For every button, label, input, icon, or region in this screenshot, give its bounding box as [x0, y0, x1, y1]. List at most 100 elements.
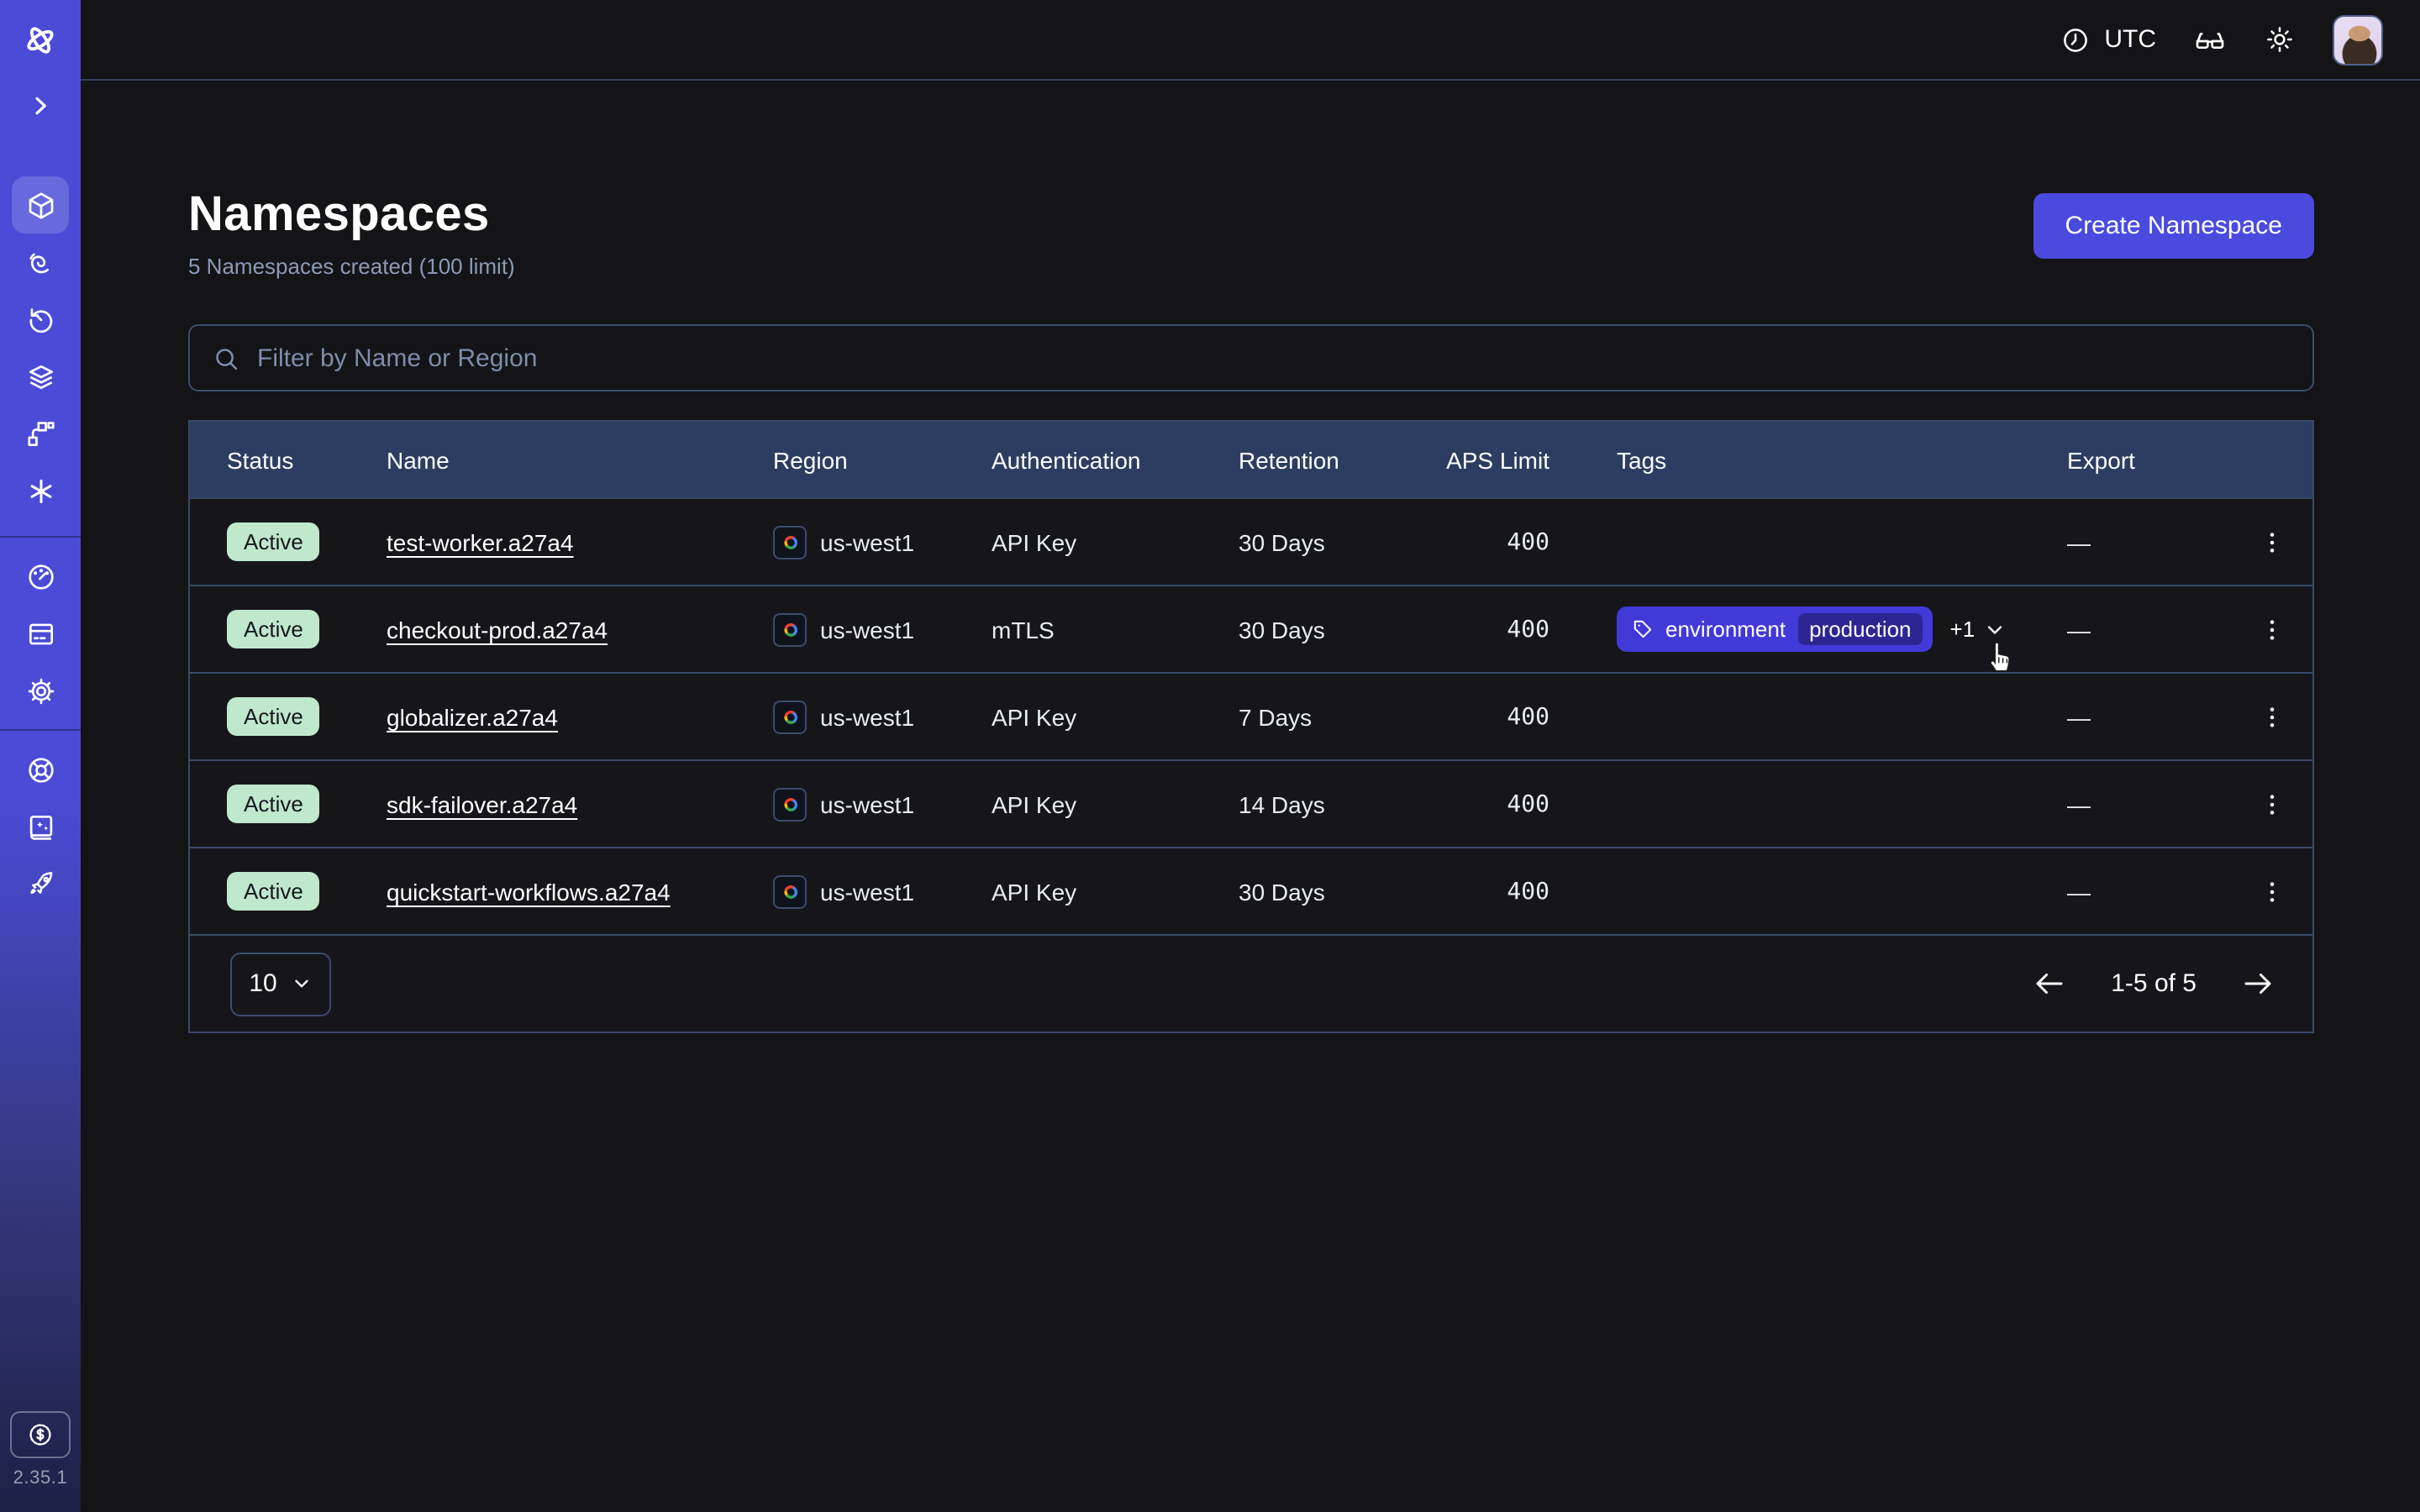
export-value: —: [2067, 790, 2230, 817]
tag-key: environment: [1665, 617, 1786, 642]
row-menu-button[interactable]: [2248, 606, 2295, 653]
export-value: —: [2067, 528, 2230, 555]
book-sparkles-icon: [24, 811, 56, 843]
temporal-logo-icon[interactable]: [12, 12, 69, 69]
tag-pill[interactable]: environment production: [1617, 606, 1933, 652]
tags-group: environment production +1: [1617, 606, 2007, 652]
gcp-icon: [773, 525, 807, 559]
col-header-name: Name: [387, 446, 773, 473]
cube-icon: [24, 189, 56, 221]
kebab-icon: [2258, 790, 2285, 817]
status-badge: Active: [227, 872, 320, 911]
status-badge: Active: [227, 785, 320, 823]
col-header-export: Export: [2067, 446, 2230, 473]
aps-limit-value: 400: [1507, 616, 1549, 643]
credits-button[interactable]: [10, 1411, 71, 1458]
table-row: Active quickstart-workflows.a27a4 us-wes…: [190, 847, 2312, 934]
create-namespace-button[interactable]: Create Namespace: [2033, 193, 2314, 259]
sidebar: 2.35.1: [0, 0, 81, 1512]
page-size-select[interactable]: 10: [230, 952, 331, 1016]
sidebar-item-stack[interactable]: [12, 348, 69, 405]
sidebar-item-schedules[interactable]: [12, 291, 69, 348]
retention-label: 30 Days: [1239, 528, 1432, 555]
avatar[interactable]: [2333, 14, 2383, 65]
asterisk-icon: [24, 475, 56, 507]
namespace-link[interactable]: sdk-failover.a27a4: [387, 790, 577, 817]
sidebar-item-support[interactable]: [12, 741, 69, 798]
chevron-right-icon[interactable]: [12, 77, 69, 134]
timezone-selector[interactable]: UTC: [2060, 24, 2156, 55]
sidebar-item-monitor[interactable]: [12, 234, 69, 291]
namespace-link[interactable]: checkout-prod.a27a4: [387, 616, 608, 643]
row-menu-button[interactable]: [2248, 693, 2295, 740]
row-menu-button[interactable]: [2248, 780, 2295, 827]
card-icon: [24, 617, 56, 649]
sidebar-divider: [0, 536, 81, 538]
table-body: Active test-worker.a27a4 us-west1 API Ke…: [190, 497, 2312, 934]
export-value: —: [2067, 616, 2230, 643]
col-header-tags: Tags: [1549, 446, 2067, 473]
sidebar-item-usage[interactable]: [12, 548, 69, 605]
kebab-icon: [2258, 703, 2285, 730]
sidebar-item-settings[interactable]: [12, 662, 69, 719]
filter-input[interactable]: [257, 344, 2291, 372]
dollar-seal-icon: [25, 1420, 55, 1450]
status-badge: Active: [227, 697, 320, 736]
theme-toggle[interactable]: [2264, 24, 2296, 55]
timer-icon: [24, 303, 56, 335]
labs-toggle[interactable]: [2193, 23, 2227, 56]
arrow-left-icon: [2032, 966, 2067, 1001]
prev-page-button[interactable]: [2032, 966, 2067, 1001]
status-badge: Active: [227, 522, 320, 561]
app-root: 2.35.1 UTC Namespa: [0, 0, 2420, 1512]
auth-label: API Key: [992, 703, 1239, 730]
auth-label: mTLS: [992, 616, 1239, 643]
filter-bar[interactable]: [188, 324, 2314, 391]
col-header-authentication: Authentication: [992, 446, 1239, 473]
sidebar-item-namespaces[interactable]: [12, 176, 69, 234]
sidebar-item-billing[interactable]: [12, 605, 69, 662]
layers-icon: [24, 360, 56, 392]
sidebar-item-nexus[interactable]: [12, 462, 69, 519]
retention-label: 14 Days: [1239, 790, 1432, 817]
auth-label: API Key: [992, 528, 1239, 555]
row-menu-button[interactable]: [2248, 868, 2295, 915]
kebab-icon: [2258, 528, 2285, 555]
tags-expand[interactable]: +1: [1950, 617, 2007, 642]
gauge-icon: [24, 560, 56, 592]
search-icon: [212, 344, 240, 372]
table-row: Active checkout-prod.a27a4 us-west1 mTLS…: [190, 585, 2312, 672]
tags-more-count: +1: [1950, 617, 1975, 642]
branch-icon: [24, 417, 56, 449]
aps-limit-value: 400: [1507, 528, 1549, 555]
next-page-button[interactable]: [2240, 966, 2275, 1001]
tag-icon: [1632, 618, 1654, 640]
tag-value: production: [1797, 613, 1923, 645]
row-menu-button[interactable]: [2248, 518, 2295, 565]
col-header-status: Status: [227, 446, 387, 473]
sidebar-item-deployments[interactable]: [12, 405, 69, 462]
namespace-link[interactable]: quickstart-workflows.a27a4: [387, 878, 671, 905]
gcp-icon: [773, 787, 807, 821]
namespace-link[interactable]: globalizer.a27a4: [387, 703, 558, 730]
region-label: us-west1: [820, 878, 914, 905]
page-subtitle: 5 Namespaces created (100 limit): [188, 254, 515, 279]
retention-label: 7 Days: [1239, 703, 1432, 730]
arrow-right-icon: [2240, 966, 2275, 1001]
sidebar-item-docs[interactable]: [12, 798, 69, 855]
table-row: Active sdk-failover.a27a4 us-west1 API K…: [190, 759, 2312, 847]
status-badge: Active: [227, 610, 320, 648]
clock-icon: [2060, 24, 2091, 55]
col-header-region: Region: [773, 446, 992, 473]
namespace-link[interactable]: test-worker.a27a4: [387, 528, 574, 555]
sidebar-item-getting-started[interactable]: [12, 855, 69, 912]
gear-icon: [24, 675, 56, 706]
auth-label: API Key: [992, 790, 1239, 817]
table-header: Status Name Region Authentication Retent…: [190, 422, 2312, 497]
table-footer: 10 1-5 of 5: [190, 934, 2312, 1032]
sun-icon: [2264, 24, 2296, 55]
main-content: Namespaces 5 Namespaces created (100 lim…: [81, 81, 2420, 1512]
aps-limit-value: 400: [1507, 878, 1549, 905]
gcp-icon: [773, 700, 807, 733]
col-header-aps-limit: APS Limit: [1446, 446, 1549, 473]
